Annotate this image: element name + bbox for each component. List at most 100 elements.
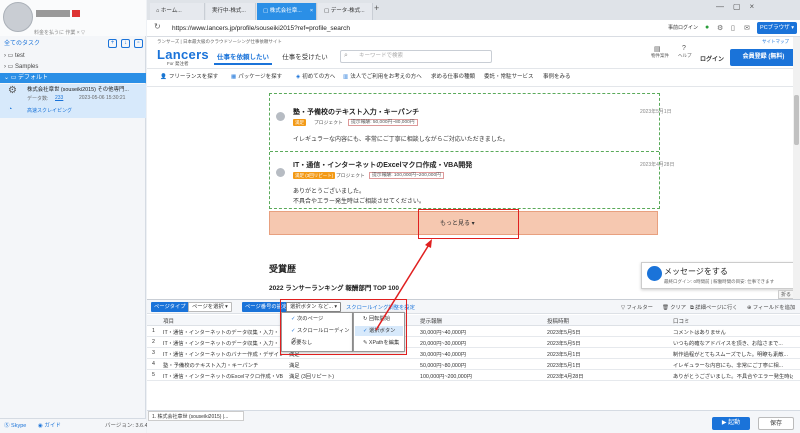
close-icon[interactable]: × — [310, 8, 313, 14]
table-cell[interactable]: 塾・予備校のテキスト入力・キーパンチ — [163, 361, 283, 369]
page-select-dropdown[interactable]: ページを選択 ▾ — [188, 302, 232, 312]
premier-login-label: 事前ログイン — [668, 25, 699, 31]
robot-icon: ⚙ — [8, 85, 17, 96]
avatar — [276, 112, 285, 121]
sitemap-link[interactable]: サイトマップ — [762, 39, 789, 45]
row-number: 2 — [152, 339, 155, 345]
data-count[interactable]: 233 — [55, 95, 63, 101]
subnav-job-types[interactable]: 求める仕事の種類 — [431, 72, 475, 80]
filter-button[interactable]: ▽ フィルター — [621, 303, 653, 311]
nav-receive-tab[interactable]: 仕事を受けたい — [276, 50, 334, 65]
row-number: 3 — [152, 350, 155, 356]
message-subtext: 最終ログイン: 0時間前 | 稼働時間の目安: 仕事できます — [664, 279, 775, 284]
tab-company[interactable]: ▢ 株式会社章... × — [257, 3, 317, 20]
table-cell[interactable]: 2023年5月1日 — [547, 350, 672, 358]
table-cell[interactable]: IT・通信・インターネットのデータ収集・入力・リ... — [163, 328, 283, 336]
pc-browser-button[interactable]: PCブラウザ ▾ — [757, 22, 797, 34]
table-cell[interactable]: 50,000円~80,000円 — [420, 361, 545, 369]
fold-button[interactable]: 折る — [778, 290, 795, 299]
folder-samples[interactable]: › ▭ Samples — [0, 62, 146, 72]
table-cell[interactable]: 20,000円~30,000円 — [420, 339, 545, 347]
toggle-icon[interactable]: ● — [705, 24, 709, 31]
table-cell[interactable]: 2023年5月5日 — [547, 339, 672, 347]
guide-link[interactable]: ◉ ガイド — [38, 421, 61, 429]
window-controls[interactable]: —▢× — [716, 2, 763, 11]
subnav-outsourcing[interactable]: 委託・常駐サービス — [484, 72, 534, 80]
column-header[interactable]: 口コミ — [673, 317, 690, 325]
column-header[interactable]: 項目 — [163, 317, 174, 325]
chat-icon — [647, 266, 662, 281]
mail-icon[interactable]: ✉ — [744, 24, 750, 32]
table-cell[interactable]: 30,000円~40,000円 — [420, 350, 545, 358]
row-number: 4 — [152, 361, 155, 367]
table-cell[interactable]: 100,000円~200,000円 — [420, 372, 545, 380]
new-tab-icon[interactable]: + — [374, 3, 379, 13]
message-title[interactable]: メッセージをする — [664, 266, 728, 277]
add-field-button[interactable]: ⊕ フィールドを追加 — [747, 303, 795, 311]
nav-hire-tab[interactable]: 仕事を依頼したい — [214, 50, 272, 65]
help-icon[interactable]: ? — [682, 45, 686, 52]
start-button[interactable]: ▶ 起動 — [712, 417, 750, 430]
table-cell[interactable]: IT・通信・インターネットのExcelマクロ作成・VBA... — [163, 372, 283, 380]
site-search-input[interactable]: キーワードで検索 — [340, 50, 492, 63]
review-type: プロジェクト — [314, 121, 343, 126]
lancers-logo-sub: For 発注者 — [167, 61, 189, 66]
new-folder-icon[interactable]: ▫ — [134, 39, 143, 48]
table-cell[interactable]: IT・通信・インターネットのバナー作成・デザイン... — [163, 350, 283, 358]
folder-default[interactable]: ⌄ ▭ デフォルト — [0, 73, 146, 83]
url-input[interactable]: https://www.lancers.jp/profile/souseiki2… — [172, 23, 692, 34]
reload-icon[interactable]: ↻ — [154, 22, 161, 31]
user-email[interactable]: 料金を払うに 作業 × ▽ — [34, 29, 85, 36]
table-cell[interactable]: イレギュラーな内容にも、非常にご丁寧に相... — [673, 361, 793, 369]
lancers-logo[interactable]: Lancers — [157, 47, 209, 62]
review-budget: 提示報酬: 50,000円~80,000円 — [348, 119, 418, 126]
bukken-link[interactable]: 物件案件 — [651, 53, 669, 59]
table-cell[interactable]: 2023年4月28日 — [547, 372, 672, 380]
table-cell[interactable]: 2023年5月1日 — [547, 361, 672, 369]
table-cell[interactable]: 30,000円~40,000円 — [420, 328, 545, 336]
tab-home[interactable]: ⌂ ホーム... — [150, 3, 205, 20]
clear-button[interactable]: 🗑 クリア — [662, 303, 686, 311]
tab-running[interactable]: 実行中-株式... — [206, 3, 256, 20]
table-cell[interactable]: 制作過程がとてもスムーズでした。明瞭も素敵... — [673, 350, 793, 358]
package-icon: ▦ — [231, 74, 237, 80]
search-icon: ⌕ — [344, 52, 348, 59]
subnav-find-freelancer[interactable]: 👤 フリーランスを探す — [160, 72, 218, 80]
task-date: 2023-05-06 15:30:21 — [79, 95, 126, 101]
table-cell[interactable]: IT・通信・インターネットのデータ収集・入力・リ... — [163, 339, 283, 347]
table-cell[interactable]: 2023年5月5日 — [547, 328, 672, 336]
table-cell[interactable]: ありがとうございました。不具合やエラー発生時は... — [673, 372, 793, 380]
page-scrollbar[interactable] — [793, 37, 800, 299]
column-header[interactable]: 投稿時期 — [547, 317, 569, 325]
column-header[interactable]: 提示報酬 — [420, 317, 442, 325]
person-icon: 👤 — [160, 74, 167, 80]
new-task-icon[interactable]: + — [108, 39, 117, 48]
table-cell[interactable]: いつも的確なアドバイスを頂き、お陰さまで... — [673, 339, 793, 347]
settings-icon[interactable]: ⚙ — [717, 24, 723, 32]
review-title[interactable]: IT・通信・インターネットのExcelマクロ作成・VBA開発 — [293, 160, 472, 170]
signup-button[interactable]: 会員登録 (無料) — [730, 49, 797, 66]
save-button[interactable]: 保存 — [758, 417, 794, 430]
building-icon[interactable]: ▤ — [654, 45, 661, 53]
skype-link[interactable]: Ⓢ Skype — [4, 421, 26, 429]
task-tab[interactable]: 1. 株式会社章世 (souseiki2015) |... — [148, 411, 244, 421]
page-scrollbar-thumb[interactable] — [794, 95, 799, 145]
subnav-corporate[interactable]: ▥ 法人でご利用をお考えの方へ — [343, 72, 422, 80]
login-link[interactable]: ログイン — [700, 54, 724, 63]
mobile-icon[interactable]: ▯ — [731, 24, 735, 32]
import-icon[interactable]: ↓ — [121, 39, 130, 48]
table-cell[interactable]: 満足 (3回リピート) — [289, 372, 415, 380]
row-number: 5 — [152, 372, 155, 378]
subnav-cases[interactable]: 事例をみる — [543, 72, 571, 80]
tab-data[interactable]: ▢ データ-株式...× — [318, 3, 373, 20]
table-cell[interactable]: 満足 — [289, 361, 415, 369]
subnav-first-time[interactable]: ◈ 初めての方へ — [296, 72, 335, 80]
page-type-button[interactable]: ページタイプ — [151, 302, 189, 312]
help-link[interactable]: ヘルプ — [678, 53, 692, 59]
review-comment: ありがとうございました。 — [293, 189, 366, 195]
folder-test[interactable]: › ▭ test — [0, 51, 146, 61]
table-cell[interactable]: コメントはありません — [673, 328, 793, 336]
review-title[interactable]: 塾・予備校のテキスト入力・キーパンチ — [293, 107, 419, 117]
subnav-find-package[interactable]: ▦ パッケージを探す — [231, 72, 282, 80]
detail-page-button[interactable]: ⧉ 詳細ページに行く — [690, 303, 738, 312]
